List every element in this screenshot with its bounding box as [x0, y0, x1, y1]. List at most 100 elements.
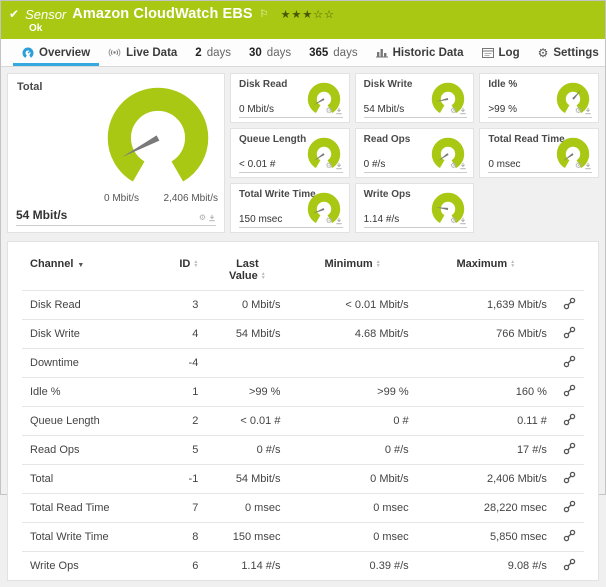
channel-settings-wrench-icon[interactable]: [563, 413, 576, 426]
sort-icon: ▲▼: [376, 260, 381, 269]
cell-settings: [555, 378, 584, 407]
cell-id: 2: [164, 407, 206, 436]
gauge-value: < 0.01 #: [239, 159, 275, 170]
cell-settings: [555, 407, 584, 436]
table-row: Write Ops61.14 #/s0.39 #/s9.08 #/s: [22, 552, 584, 581]
gauge-title: Total Read Time: [488, 134, 564, 145]
channel-settings-wrench-icon[interactable]: [563, 471, 576, 484]
tab-settings[interactable]: ⚙Settings: [529, 39, 606, 66]
gear-icon[interactable]: ⚙: [575, 107, 582, 115]
main-gauge-card[interactable]: Total 0 Mbit/s 2,406 Mbit/s 54 Mbit/s ⚙: [7, 73, 225, 233]
channel-settings-wrench-icon[interactable]: [563, 355, 576, 368]
gear-icon[interactable]: ⚙: [325, 162, 332, 170]
download-icon[interactable]: [584, 107, 592, 115]
tab-number: 30: [249, 47, 262, 59]
sort-descending-icon: ▼: [77, 262, 84, 269]
mini-gauge-card[interactable]: Disk Write54 Mbit/s⚙: [355, 73, 475, 123]
mini-gauge-card[interactable]: Idle %>99 %⚙: [479, 73, 599, 123]
flag-icon[interactable]: ⚐: [260, 9, 269, 20]
cell-maximum: 766 Mbit/s: [417, 320, 555, 349]
cell-maximum: 0.11 #: [417, 407, 555, 436]
cell-settings: [555, 494, 584, 523]
gear-icon[interactable]: ⚙: [325, 217, 332, 225]
tab-365-days[interactable]: 365days: [300, 39, 366, 66]
gauge-scale-max: 2,406 Mbit/s: [164, 193, 218, 204]
gear-icon[interactable]: ⚙: [450, 217, 457, 225]
channel-settings-wrench-icon[interactable]: [563, 558, 576, 571]
table-row: Idle %1>99 %>99 %160 %: [22, 378, 584, 407]
cell-maximum: 160 %: [417, 378, 555, 407]
cell-minimum: 4.68 Mbit/s: [288, 320, 416, 349]
cell-channel: Read Ops: [22, 436, 164, 465]
channel-settings-wrench-icon[interactable]: [563, 384, 576, 397]
status-badge: Ok: [29, 23, 595, 34]
download-icon[interactable]: [335, 217, 343, 225]
tab-live-data[interactable]: Live Data: [99, 39, 186, 66]
object-kind-label: Sensor: [25, 7, 66, 22]
cell-maximum: 5,850 msec: [417, 523, 555, 552]
channel-table: Channel▼ ID▲▼ Last Value▲▼ Minimum▲▼ Max…: [22, 248, 584, 580]
column-header-minimum[interactable]: Minimum ▲▼: [288, 248, 416, 291]
mini-gauge-card[interactable]: Queue Length< 0.01 #⚙: [230, 128, 350, 178]
download-icon[interactable]: [208, 214, 216, 222]
cell-id: 4: [164, 320, 206, 349]
tab-2-days[interactable]: 2days: [186, 39, 240, 66]
download-icon[interactable]: [459, 217, 467, 225]
download-icon[interactable]: [335, 162, 343, 170]
cell-channel: Idle %: [22, 378, 164, 407]
column-header-last-value[interactable]: Last Value▲▼: [206, 248, 288, 291]
channel-settings-wrench-icon[interactable]: [563, 297, 576, 310]
tab-30-days[interactable]: 30 days: [240, 39, 300, 66]
mini-gauge-card[interactable]: Disk Read0 Mbit/s⚙: [230, 73, 350, 123]
cell-maximum: [417, 349, 555, 378]
mini-gauge-card[interactable]: Read Ops0 #/s⚙: [355, 128, 475, 178]
tab-historic-data[interactable]: Historic Data: [367, 39, 473, 66]
cell-minimum: < 0.01 Mbit/s: [288, 291, 416, 320]
gear-icon[interactable]: ⚙: [325, 107, 332, 115]
channel-settings-wrench-icon[interactable]: [563, 500, 576, 513]
cell-id: 8: [164, 523, 206, 552]
gauge-value: 0 msec: [488, 159, 520, 170]
download-icon[interactable]: [459, 107, 467, 115]
mini-gauge-card[interactable]: Total Write Time150 msec⚙: [230, 183, 350, 233]
cell-id: -4: [164, 349, 206, 378]
tab-overview[interactable]: Overview: [13, 39, 99, 66]
download-icon[interactable]: [459, 162, 467, 170]
log-icon: [482, 48, 494, 58]
priority-star-rating[interactable]: ★★★☆☆: [281, 8, 335, 21]
cell-minimum: >99 %: [288, 378, 416, 407]
table-row: Total-154 Mbit/s0 Mbit/s2,406 Mbit/s: [22, 465, 584, 494]
channel-settings-wrench-icon[interactable]: [563, 442, 576, 455]
download-icon[interactable]: [335, 107, 343, 115]
gear-icon[interactable]: ⚙: [199, 214, 206, 222]
tab-label: Live Data: [126, 47, 177, 59]
gear-icon[interactable]: ⚙: [450, 162, 457, 170]
column-header-label: Last: [236, 258, 259, 270]
channel-settings-wrench-icon[interactable]: [563, 326, 576, 339]
tab-number: 2: [195, 47, 201, 59]
gauge-title: Total: [17, 81, 42, 93]
status-ok-icon: ✔: [9, 7, 19, 21]
gauge-title: Total Write Time: [239, 189, 316, 200]
column-header-channel[interactable]: Channel▼: [22, 248, 164, 291]
mini-gauge-card[interactable]: Write Ops1.14 #/s⚙: [355, 183, 475, 233]
mini-gauge-card[interactable]: Total Read Time 0 msec ⚙: [479, 128, 599, 178]
cell-id: 7: [164, 494, 206, 523]
tab-label: days: [267, 47, 291, 59]
cell-maximum: 28,220 msec: [417, 494, 555, 523]
download-icon[interactable]: [584, 162, 592, 170]
tab-log[interactable]: Log: [473, 39, 529, 66]
column-header-id[interactable]: ID▲▼: [164, 248, 206, 291]
column-header-maximum[interactable]: Maximum▲▼: [417, 248, 555, 291]
sort-icon: ▲▼: [193, 260, 198, 269]
cell-last-value: >99 %: [206, 378, 288, 407]
channel-table-panel: Channel▼ ID▲▼ Last Value▲▼ Minimum▲▼ Max…: [7, 241, 599, 581]
column-header-label: Value: [229, 270, 258, 282]
gauge-title: Read Ops: [364, 134, 411, 145]
cell-channel: Disk Read: [22, 291, 164, 320]
chart-icon: [376, 47, 388, 58]
gear-icon[interactable]: ⚙: [450, 107, 457, 115]
channel-settings-wrench-icon[interactable]: [563, 529, 576, 542]
gear-icon[interactable]: ⚙: [575, 162, 582, 170]
column-header-label: Minimum: [324, 258, 372, 270]
